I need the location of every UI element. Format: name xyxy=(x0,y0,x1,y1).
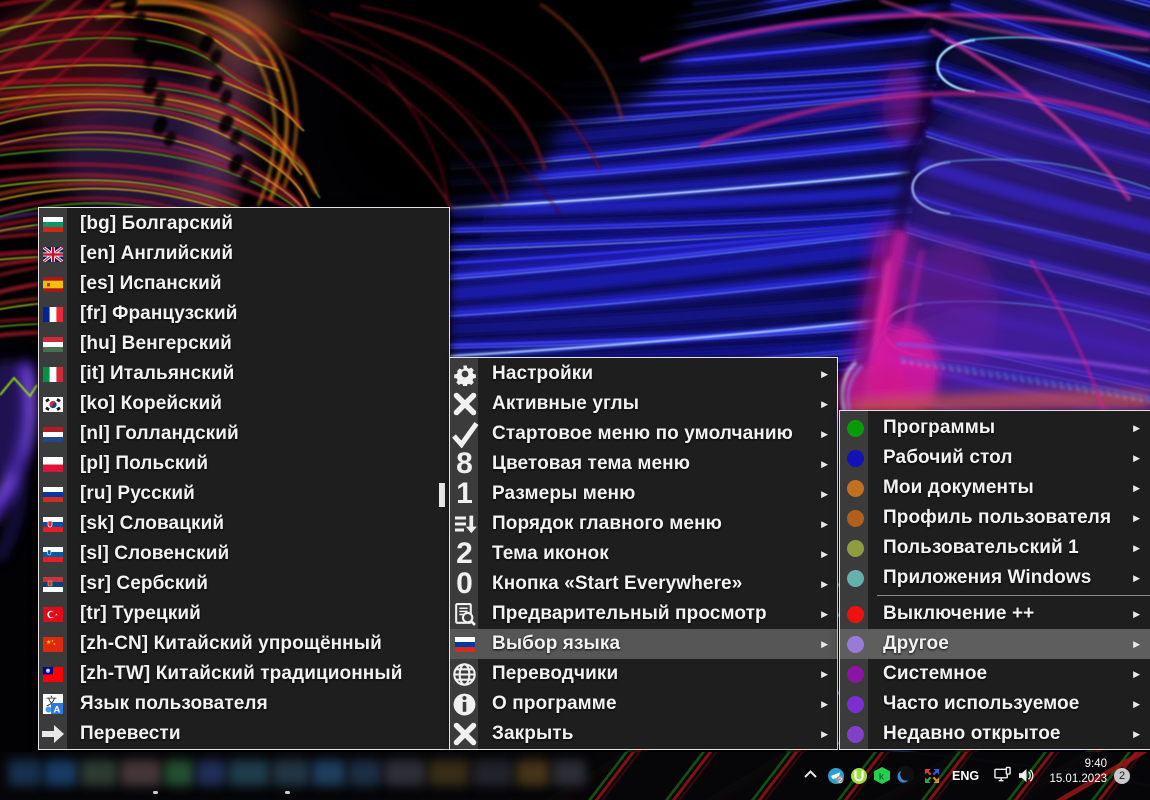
svg-text:k: k xyxy=(879,770,885,781)
svg-text:★: ★ xyxy=(53,642,56,646)
svg-text:2: 2 xyxy=(838,776,842,784)
svg-text:A: A xyxy=(54,705,61,716)
